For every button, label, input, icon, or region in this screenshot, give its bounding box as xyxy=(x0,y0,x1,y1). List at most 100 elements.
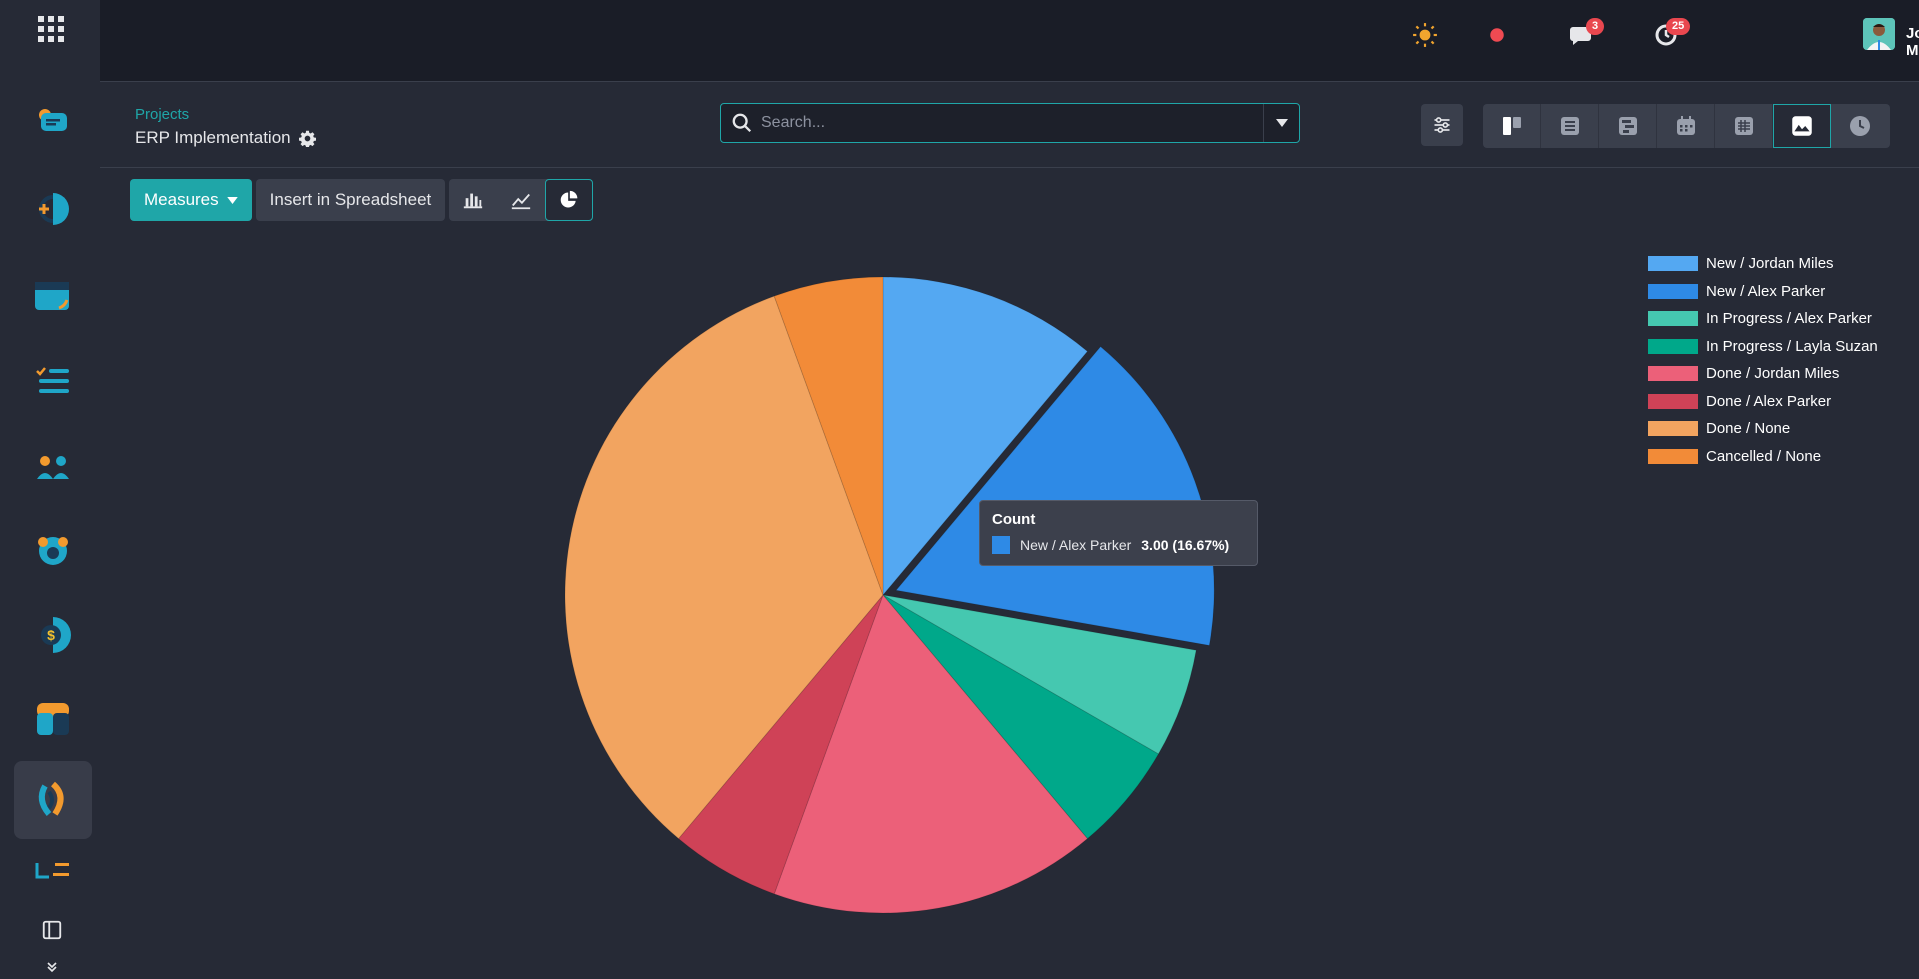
legend-item[interactable]: In Progress / Layla Suzan xyxy=(1648,333,1878,361)
breadcrumb-current: ERP Implementation xyxy=(135,128,291,147)
sidebar-app-employees[interactable] xyxy=(14,428,92,506)
breadcrumb-projects-link[interactable]: Projects xyxy=(135,106,189,123)
tooltip-value: 3.00 (16.67%) xyxy=(1141,537,1230,553)
sidebar-app-todo[interactable] xyxy=(14,342,92,420)
recording-dot-icon[interactable] xyxy=(1482,20,1512,50)
view-gantt-button[interactable] xyxy=(1599,104,1657,148)
graph-toolbar: Measures Insert in Spreadsheet xyxy=(130,179,594,221)
view-graph-button[interactable] xyxy=(1773,104,1831,148)
graph-icon xyxy=(1792,116,1812,136)
accounting-icon: $ xyxy=(41,617,71,653)
sidebar-app-documents[interactable] xyxy=(14,840,92,910)
legend-label: New / Alex Parker xyxy=(1706,282,1826,300)
legend-label: New / Jordan Miles xyxy=(1706,255,1834,273)
view-calendar-button[interactable] xyxy=(1657,104,1715,148)
apps-menu-icon[interactable] xyxy=(36,14,66,44)
legend-item[interactable]: New / Alex Parker xyxy=(1648,278,1878,306)
legend-swatch xyxy=(1648,421,1698,437)
legend-swatch xyxy=(1648,338,1698,354)
chart-type-switcher xyxy=(449,179,594,221)
legend-label: Done / Alex Parker xyxy=(1706,392,1832,410)
sidebar-app-project[interactable] xyxy=(14,761,92,839)
line-chart-button[interactable] xyxy=(497,179,545,221)
view-switcher xyxy=(1483,104,1890,148)
view-pivot-button[interactable] xyxy=(1715,104,1773,148)
search-bar xyxy=(720,103,1300,143)
calendar-icon xyxy=(1676,116,1695,135)
control-panel: Projects ERP Implementation xyxy=(100,82,1919,168)
documents-icon xyxy=(35,863,69,879)
tooltip-label: New / Alex Parker xyxy=(1020,537,1132,553)
legend-label: In Progress / Alex Parker xyxy=(1706,310,1872,328)
sidebar-app-crm[interactable] xyxy=(14,170,92,248)
legend-item[interactable]: In Progress / Alex Parker xyxy=(1648,305,1878,333)
sidebar-toggle-icon[interactable] xyxy=(40,918,64,942)
activities-clock-icon[interactable]: 25 xyxy=(1650,18,1691,50)
legend-swatch xyxy=(1648,283,1698,299)
tooltip-row: New / Alex Parker 3.00 (16.67%) xyxy=(992,536,1245,554)
sidebar-app-sales[interactable] xyxy=(14,257,92,335)
legend-label: Done / Jordan Miles xyxy=(1706,365,1840,383)
todo-icon xyxy=(36,367,69,393)
legend-label: Cancelled / None xyxy=(1706,447,1822,465)
legend-swatch xyxy=(1648,256,1698,272)
crm-icon xyxy=(39,193,69,225)
planning-icon xyxy=(37,703,69,735)
sliders-icon xyxy=(1434,117,1450,133)
pie-chart-area xyxy=(540,260,1260,920)
bar-chart-button[interactable] xyxy=(449,179,497,221)
page-title: ERP Implementation xyxy=(135,128,316,148)
theme-sun-icon[interactable] xyxy=(1410,20,1440,50)
sidebar-app-planning[interactable] xyxy=(14,680,92,758)
legend-item[interactable]: Cancelled / None xyxy=(1648,443,1878,471)
view-list-button[interactable] xyxy=(1541,104,1599,148)
line-chart-icon xyxy=(512,193,531,210)
search-options-toggle[interactable] xyxy=(1263,104,1299,142)
chart-legend: New / Jordan Miles New / Alex Parker In Pr… xyxy=(1648,250,1878,470)
tooltip-title: Count xyxy=(992,511,1036,528)
caret-down-icon xyxy=(1275,119,1288,127)
top-navbar: 3 25 Jordan Miles xyxy=(100,0,1919,82)
employees-icon xyxy=(37,456,69,479)
pie-chart-icon xyxy=(560,190,578,208)
legend-swatch xyxy=(1648,311,1698,327)
view-activity-button[interactable] xyxy=(1831,104,1889,148)
tooltip-swatch xyxy=(992,536,1010,554)
filters-toggle-button[interactable] xyxy=(1421,104,1463,146)
legend-item[interactable]: Done / Jordan Miles xyxy=(1648,360,1878,388)
legend-item[interactable]: Done / Alex Parker xyxy=(1648,388,1878,416)
legend-swatch xyxy=(1648,393,1698,409)
pie-chart-button[interactable] xyxy=(545,179,594,221)
pivot-icon xyxy=(1734,117,1753,135)
search-icon xyxy=(732,113,752,133)
insert-spreadsheet-button[interactable]: Insert in Spreadsheet xyxy=(255,179,446,221)
team-icon xyxy=(38,537,68,565)
gantt-icon xyxy=(1618,117,1637,135)
sidebar-app-team[interactable] xyxy=(14,512,92,590)
caret-down-icon xyxy=(226,196,238,204)
sidebar-app-accounting[interactable]: $ xyxy=(14,596,92,674)
view-kanban-button[interactable] xyxy=(1483,104,1541,148)
kanban-icon xyxy=(1502,117,1521,135)
sidebar-app-discuss[interactable] xyxy=(14,84,92,162)
legend-label: In Progress / Layla Suzan xyxy=(1706,337,1878,355)
messages-chat-icon[interactable]: 3 xyxy=(1566,18,1605,50)
legend-swatch xyxy=(1648,366,1698,382)
user-name[interactable]: Jordan Miles xyxy=(1906,25,1919,59)
activities-badge: 25 xyxy=(1666,18,1691,35)
bar-chart-icon xyxy=(464,193,483,209)
measures-dropdown-button[interactable]: Measures xyxy=(130,179,252,221)
project-icon xyxy=(38,781,64,816)
svg-text:$: $ xyxy=(47,627,55,643)
user-avatar[interactable] xyxy=(1863,18,1895,50)
legend-item[interactable]: Done / None xyxy=(1648,415,1878,443)
measures-label: Measures xyxy=(144,190,219,209)
app-sidebar: $ xyxy=(0,0,100,979)
gear-icon[interactable] xyxy=(298,130,316,147)
legend-item[interactable]: New / Jordan Miles xyxy=(1648,250,1878,278)
legend-swatch xyxy=(1648,448,1698,464)
legend-label: Done / None xyxy=(1706,420,1791,438)
chevron-double-down-icon[interactable] xyxy=(40,957,64,977)
chart-tooltip: Count New / Alex Parker 3.00 (16.67%) xyxy=(979,500,1258,566)
search-input[interactable] xyxy=(753,104,1263,142)
